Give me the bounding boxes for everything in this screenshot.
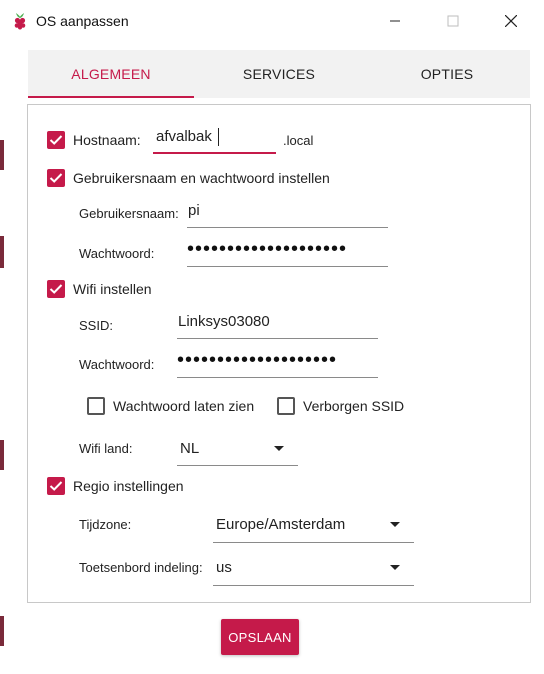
tab-algemeen[interactable]: ALGEMEEN xyxy=(28,50,194,98)
save-button[interactable]: OPSLAAN xyxy=(221,619,299,655)
wifi-label: Wifi instellen xyxy=(73,281,152,297)
timezone-value: Europe/Amsterdam xyxy=(216,516,346,533)
window-title: OS aanpassen xyxy=(36,13,129,29)
hostname-label: Hostnaam: xyxy=(73,132,141,148)
tab-label: ALGEMEEN xyxy=(71,66,151,82)
tab-opties[interactable]: OPTIES xyxy=(364,50,530,98)
minimize-button[interactable] xyxy=(366,0,424,42)
user-password-label: Wachtwoord: xyxy=(79,246,155,261)
show-password-checkbox[interactable] xyxy=(87,397,105,415)
hidden-ssid-checkbox[interactable] xyxy=(277,397,295,415)
background-window-edge xyxy=(0,140,4,170)
raspberry-icon xyxy=(14,13,26,30)
username-label: Gebruikersnaam: xyxy=(79,206,179,221)
hidden-ssid-label: Verborgen SSID xyxy=(303,398,405,414)
locale-checkbox[interactable] xyxy=(47,477,65,495)
show-password-label: Wachtwoord laten zien xyxy=(113,398,255,414)
wifi-password-field[interactable] xyxy=(177,349,378,378)
title-bar: OS aanpassen xyxy=(0,0,544,42)
user-label: Gebruikersnaam en wachtwoord instellen xyxy=(73,170,330,186)
wifi-country-select[interactable]: NL xyxy=(177,435,298,466)
ssid-label: SSID: xyxy=(79,318,113,333)
maximize-button[interactable] xyxy=(424,0,482,42)
close-icon xyxy=(505,15,517,27)
ssid-field[interactable] xyxy=(177,313,379,339)
tab-label: SERVICES xyxy=(242,66,316,82)
check-icon xyxy=(49,135,63,145)
wifi-country-label: Wifi land: xyxy=(79,441,133,456)
hostname-input[interactable] xyxy=(153,128,279,145)
locale-label: Regio instellingen xyxy=(73,478,184,494)
background-window-edge xyxy=(0,440,4,470)
ssid-input[interactable] xyxy=(177,313,379,330)
timezone-label: Tijdzone: xyxy=(79,517,132,532)
timezone-select[interactable]: Europe/Amsterdam xyxy=(213,509,414,543)
user-password-input[interactable] xyxy=(187,238,388,261)
wifi-country-value: NL xyxy=(180,440,200,457)
keyboard-value: us xyxy=(216,559,232,576)
maximize-icon xyxy=(447,15,459,27)
chevron-down-icon xyxy=(390,522,400,527)
hostname-field[interactable] xyxy=(153,124,279,154)
wifi-checkbox[interactable] xyxy=(47,280,65,298)
check-icon xyxy=(49,481,63,491)
keyboard-label: Toetsenbord indeling: xyxy=(79,560,203,575)
hostname-suffix: .local xyxy=(283,133,314,148)
background-window-edge xyxy=(0,616,4,646)
active-tab-indicator xyxy=(28,96,194,98)
hostname-checkbox[interactable] xyxy=(47,131,65,149)
tab-services[interactable]: SERVICES xyxy=(194,50,364,98)
tab-label: OPTIES xyxy=(420,66,474,82)
username-input[interactable] xyxy=(187,202,389,219)
minimize-icon xyxy=(390,20,400,22)
text-caret xyxy=(218,128,219,146)
user-password-field[interactable] xyxy=(187,238,388,267)
tab-bar: ALGEMEEN SERVICES OPTIES xyxy=(28,50,530,98)
chevron-down-icon xyxy=(274,446,284,451)
check-icon xyxy=(49,173,63,183)
username-field[interactable] xyxy=(187,202,389,228)
user-checkbox[interactable] xyxy=(47,169,65,187)
background-window-edge xyxy=(0,236,4,268)
keyboard-select[interactable]: us xyxy=(213,552,414,586)
wifi-password-input[interactable] xyxy=(177,349,378,372)
wifi-password-label: Wachtwoord: xyxy=(79,357,155,372)
check-icon xyxy=(49,284,63,294)
close-button[interactable] xyxy=(482,0,540,42)
chevron-down-icon xyxy=(390,565,400,570)
